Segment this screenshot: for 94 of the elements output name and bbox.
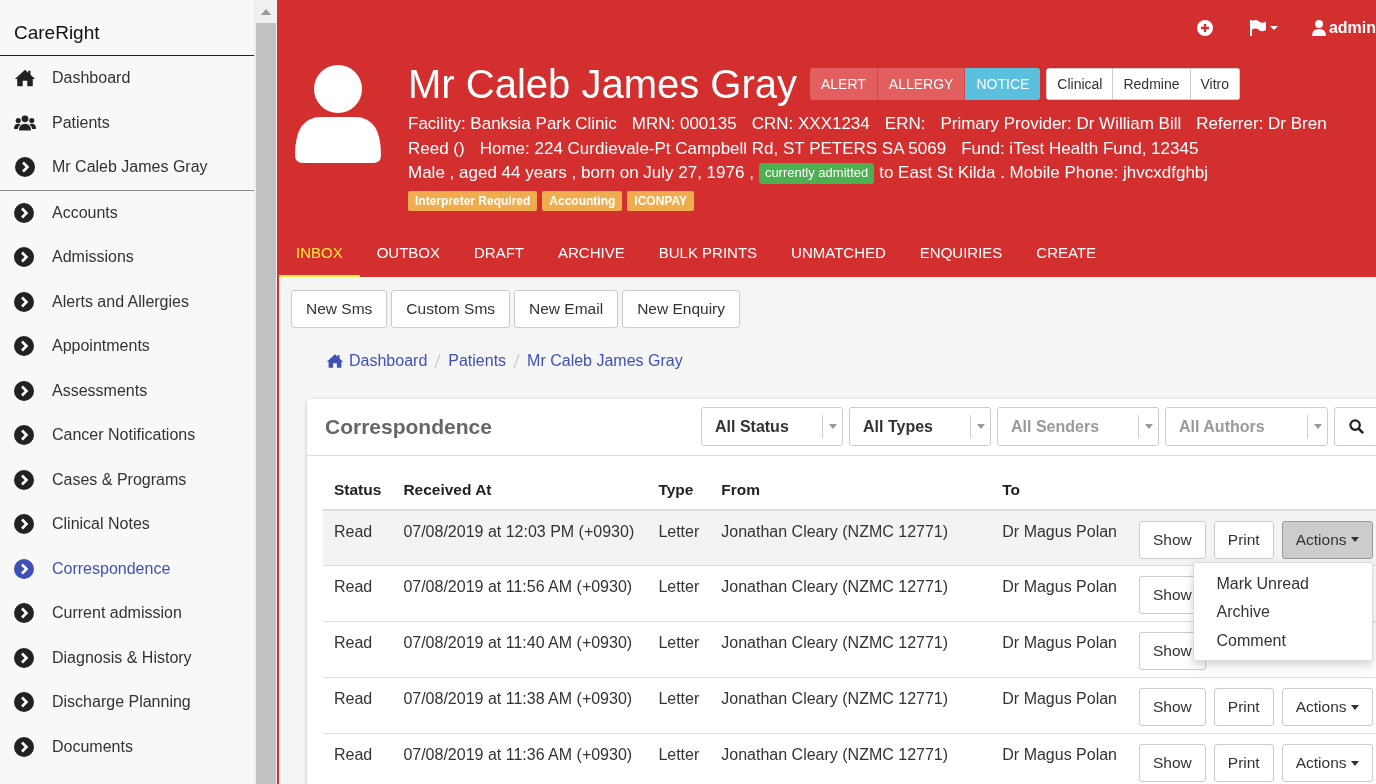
- sidebar-item[interactable]: Dashboard: [0, 56, 254, 101]
- table-cell: 07/08/2019 at 11:40 AM (+0930): [392, 621, 648, 678]
- table-cell: Dr Magus Polan: [991, 509, 1128, 566]
- patient-tag: ICONPAY: [627, 190, 695, 211]
- sidebar-item[interactable]: Cases & Programs: [0, 457, 254, 502]
- patient-detail: to East St Kilda . Mobile Phone: jhvcxdfghbj: [879, 162, 1209, 184]
- new-message-button[interactable]: New Sms: [291, 289, 388, 328]
- mailbox-tab[interactable]: BULK PRINTS: [641, 228, 775, 277]
- table-cell: Jonathan Cleary (NZMC 12771): [710, 509, 992, 566]
- admission-badge: currently admitted: [758, 162, 875, 184]
- integration-button[interactable]: Vitro: [1190, 68, 1241, 100]
- column-header: From: [710, 471, 992, 510]
- sidebar-item[interactable]: Diagnosis & History: [0, 635, 254, 680]
- patient-detail: Male , aged 44 years , born on July 27, 1976 ,: [408, 162, 754, 184]
- table-cell: Read: [323, 733, 393, 784]
- table-cell: Read: [323, 509, 393, 566]
- table-cell: Dr Magus Polan: [991, 733, 1128, 784]
- patient-tag: Accounting: [542, 190, 623, 211]
- patient-detail: Home: 224 Curdievale-Pt Campbell Rd, ST PETERS SA 5069: [479, 137, 947, 160]
- mailbox-tab[interactable]: OUTBOX: [359, 228, 458, 277]
- breadcrumb-link[interactable]: Patients: [448, 351, 507, 370]
- patient-detail: Facility: Banksia Park Clinic: [408, 113, 617, 135]
- table-cell: Jonathan Cleary (NZMC 12771): [710, 733, 992, 784]
- table-cell: 07/08/2019 at 11:38 AM (+0930): [392, 677, 648, 734]
- sidebar-item[interactable]: Discharge Planning: [0, 680, 254, 725]
- table-cell: Jonathan Cleary (NZMC 12771): [710, 565, 992, 622]
- table-cell: Letter: [647, 677, 711, 734]
- column-header: Type: [647, 471, 711, 510]
- table-cell: Dr Magus Polan: [991, 677, 1128, 734]
- new-message-button[interactable]: New Email: [514, 289, 619, 328]
- sidebar-item[interactable]: Clinical Notes: [0, 502, 254, 547]
- patient-name: Mr Caleb James Gray: [408, 61, 797, 107]
- user-menu[interactable]: admin: [1311, 19, 1376, 37]
- table-cell: Read: [323, 677, 393, 734]
- patient-detail: Reed (): [408, 137, 465, 160]
- table-cell: 07/08/2019 at 11:56 AM (+0930): [392, 565, 648, 622]
- integration-button[interactable]: Clinical: [1046, 68, 1114, 100]
- sidebar-item[interactable]: Assessments: [0, 368, 254, 413]
- sidebar-item[interactable]: Current admission: [0, 591, 254, 636]
- table-cell: Letter: [647, 733, 711, 784]
- table-cell: Dr Magus Polan: [991, 621, 1128, 678]
- mailbox-tab[interactable]: CREATE: [1019, 228, 1114, 277]
- actions-button[interactable]: Actions: [1281, 688, 1373, 726]
- patient-tag: Interpreter Required: [408, 190, 538, 211]
- actions-button[interactable]: Actions: [1281, 520, 1373, 559]
- new-message-button[interactable]: New Enquiry: [622, 289, 740, 328]
- patient-detail: Referrer: Dr Bren: [1196, 113, 1327, 135]
- user-name: admin: [1328, 19, 1376, 37]
- print-button[interactable]: Print: [1213, 688, 1274, 726]
- sidebar-item[interactable]: Admissions: [0, 235, 254, 280]
- column-header: To: [991, 471, 1128, 510]
- sidebar-item[interactable]: Appointments: [0, 324, 254, 369]
- patient-detail: Fund: iTest Health Fund, 12345: [961, 137, 1199, 160]
- patient-detail: Primary Provider: Dr William Bill: [940, 113, 1182, 135]
- print-button[interactable]: Print: [1213, 744, 1274, 782]
- table-cell: 07/08/2019 at 12:03 PM (+0930): [392, 509, 648, 566]
- patient-detail: CRN: XXX1234: [751, 113, 870, 135]
- sidebar-item[interactable]: Alerts and Allergies: [0, 279, 254, 324]
- sidebar-item[interactable]: Patients: [0, 100, 254, 145]
- print-button[interactable]: Print: [1213, 520, 1274, 559]
- sidebar-item[interactable]: Cancer Notifications: [0, 413, 254, 458]
- actions-button[interactable]: Actions: [1281, 744, 1373, 782]
- table-cell: Read: [323, 621, 393, 678]
- table-cell: Jonathan Cleary (NZMC 12771): [710, 677, 992, 734]
- filter-dropdown[interactable]: All Types: [849, 407, 991, 446]
- card-title: Correspondence: [325, 414, 492, 439]
- table-cell: Letter: [647, 621, 711, 678]
- filter-dropdown[interactable]: All Status: [701, 407, 843, 446]
- breadcrumb-link[interactable]: Dashboard: [349, 351, 428, 370]
- table-cell: Jonathan Cleary (NZMC 12771): [710, 621, 992, 678]
- table-cell: Letter: [647, 509, 711, 566]
- show-button[interactable]: Show: [1139, 520, 1206, 559]
- patient-detail: ERN:: [884, 113, 926, 135]
- sidebar-item[interactable]: Documents: [0, 724, 254, 769]
- mailbox-tab[interactable]: ARCHIVE: [541, 228, 642, 277]
- mailbox-tab[interactable]: DRAFT: [457, 228, 542, 277]
- column-header: Status: [323, 471, 393, 510]
- sidebar-item[interactable]: Correspondence: [0, 546, 254, 591]
- mailbox-tab[interactable]: INBOX: [279, 228, 360, 277]
- breadcrumb-link[interactable]: Mr Caleb James Gray: [527, 351, 683, 370]
- new-message-button[interactable]: Custom Sms: [391, 289, 511, 328]
- table-cell: Read: [323, 565, 393, 622]
- sidebar-item[interactable]: Mr Caleb James Gray: [0, 145, 254, 190]
- table-cell: Dr Magus Polan: [991, 565, 1128, 622]
- show-button[interactable]: Show: [1139, 688, 1206, 726]
- table-cell: 07/08/2019 at 11:36 AM (+0930): [392, 733, 648, 784]
- mailbox-tab[interactable]: ENQUIRIES: [902, 228, 1020, 277]
- integration-button[interactable]: Redmine: [1113, 68, 1191, 100]
- sidebar-item[interactable]: Accounts: [0, 190, 254, 235]
- table-cell: Letter: [647, 565, 711, 622]
- column-header: Received At: [392, 471, 648, 510]
- patient-detail: MRN: 000135: [631, 113, 737, 135]
- show-button[interactable]: Show: [1139, 744, 1206, 782]
- mailbox-tab[interactable]: UNMATCHED: [774, 228, 903, 277]
